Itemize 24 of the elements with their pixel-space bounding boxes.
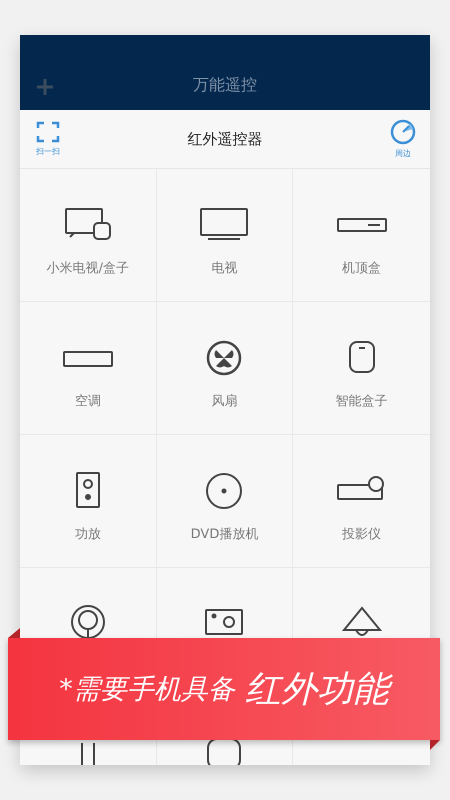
app-title: 万能遥控 <box>193 75 257 96</box>
banner-note: *需要手机具备 <box>59 673 235 707</box>
device-tile[interactable]: 功放 <box>20 435 157 568</box>
device-label: 投影仪 <box>342 526 382 543</box>
device-label: 机顶盒 <box>342 260 382 277</box>
device-label: 智能盒子 <box>336 393 388 410</box>
device-tile[interactable]: 机顶盒 <box>293 169 430 302</box>
device-tile[interactable]: 投影仪 <box>293 435 430 568</box>
device-tile[interactable]: 小米电视/盒子 <box>20 169 157 302</box>
device-label: 功放 <box>74 526 101 543</box>
device-label: 小米电视/盒子 <box>46 260 130 277</box>
device-label: 风扇 <box>211 393 238 410</box>
device-tile[interactable]: DVD播放机 <box>156 435 294 568</box>
device-tile[interactable]: 空调 <box>20 302 157 435</box>
device-label: 电视 <box>211 260 238 277</box>
device-tile[interactable]: 智能盒子 <box>293 302 430 435</box>
scan-button[interactable]: 扫一扫 <box>36 121 60 157</box>
device-tile[interactable]: 电视 <box>156 169 294 302</box>
pillar-icon <box>80 743 95 765</box>
add-icon[interactable] <box>36 78 54 96</box>
device-tile[interactable]: 风扇 <box>156 302 294 435</box>
device-label: 空调 <box>74 393 101 410</box>
page-title: 红外遥控器 <box>188 130 262 148</box>
device-label: DVD播放机 <box>190 526 258 543</box>
